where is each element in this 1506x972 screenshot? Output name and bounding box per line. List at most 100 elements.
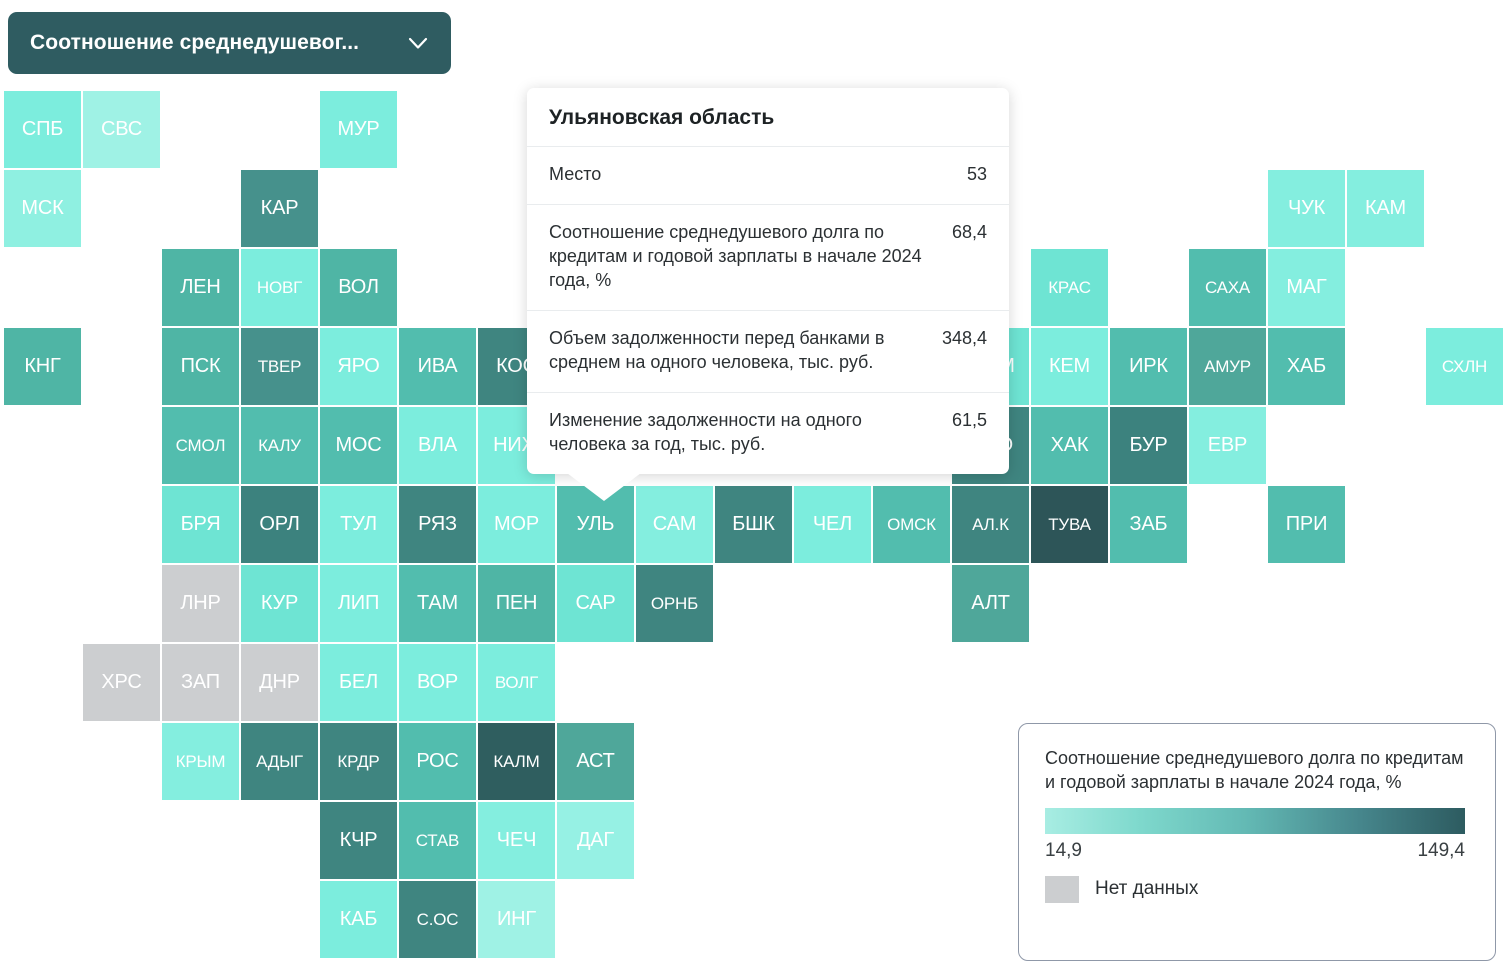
indicator-selector-dropdown[interactable]: Соотношение среднедушевог... — [8, 12, 451, 74]
region-tile-АЛТ[interactable]: АЛТ — [952, 565, 1029, 642]
region-tile-МАГ[interactable]: МАГ — [1268, 249, 1345, 326]
region-tile-ДАГ[interactable]: ДАГ — [557, 802, 634, 879]
legend-nodata-entry: Нет данных — [1045, 875, 1469, 903]
region-tile-ОРЛ[interactable]: ОРЛ — [241, 486, 318, 563]
region-tile-ЧЕЛ[interactable]: ЧЕЛ — [794, 486, 871, 563]
region-tile-ЛИП[interactable]: ЛИП — [320, 565, 397, 642]
region-tile-АМУР[interactable]: АМУР — [1189, 328, 1266, 405]
region-tile-ТВЕР[interactable]: ТВЕР — [241, 328, 318, 405]
region-tile-ХАК[interactable]: ХАК — [1031, 407, 1108, 484]
region-tile-ЗАБ[interactable]: ЗАБ — [1110, 486, 1187, 563]
region-tile-ОМСК[interactable]: ОМСК — [873, 486, 950, 563]
region-tile-САР[interactable]: САР — [557, 565, 634, 642]
region-tile-РЯЗ[interactable]: РЯЗ — [399, 486, 476, 563]
region-tile-МСК[interactable]: МСК — [4, 170, 81, 247]
region-tile-label: ТВЕР — [257, 356, 302, 376]
tooltip-row-value: 53 — [966, 164, 987, 184]
region-tile-СМОЛ[interactable]: СМОЛ — [162, 407, 239, 484]
region-tile-label: ДАГ — [576, 829, 615, 851]
region-tile-АДЫГ[interactable]: АДЫГ — [241, 723, 318, 800]
region-tile-ПЕН[interactable]: ПЕН — [478, 565, 555, 642]
region-tile-label: ВОЛГ — [494, 672, 539, 692]
region-tile-ОРНБ[interactable]: ОРНБ — [636, 565, 713, 642]
region-tile-ИВА[interactable]: ИВА — [399, 328, 476, 405]
region-tile-КРАС[interactable]: КРАС — [1031, 249, 1108, 326]
region-tile-ПРИ[interactable]: ПРИ — [1268, 486, 1345, 563]
region-tile-КАЛУ[interactable]: КАЛУ — [241, 407, 318, 484]
region-tile-КАЛМ[interactable]: КАЛМ — [478, 723, 555, 800]
region-tile-НОВГ[interactable]: НОВГ — [241, 249, 318, 326]
region-tile-СВС[interactable]: СВС — [83, 91, 160, 168]
region-tile-КРДР[interactable]: КРДР — [320, 723, 397, 800]
region-tile-ВОР[interactable]: ВОР — [399, 644, 476, 721]
region-tile-label: САХА — [1204, 277, 1251, 297]
region-tile-ЯРО[interactable]: ЯРО — [320, 328, 397, 405]
region-tile-label: РОС — [416, 750, 459, 772]
region-tile-ИРК[interactable]: ИРК — [1110, 328, 1187, 405]
region-tile-label: ИНГ — [496, 908, 537, 930]
region-tile-ПСК[interactable]: ПСК — [162, 328, 239, 405]
region-tile-label: ЯРО — [337, 355, 380, 377]
region-tile-label: ПСК — [180, 355, 221, 377]
region-tile-КЕМ[interactable]: КЕМ — [1031, 328, 1108, 405]
region-tile-label: СПБ — [21, 118, 64, 140]
region-tile-ЧУК[interactable]: ЧУК — [1268, 170, 1345, 247]
region-tile-КУР[interactable]: КУР — [241, 565, 318, 642]
region-tile-ЛЕН[interactable]: ЛЕН — [162, 249, 239, 326]
region-tile-label: КУР — [260, 592, 299, 614]
region-tile-label: ХРС — [101, 671, 142, 693]
region-tile-МОС[interactable]: МОС — [320, 407, 397, 484]
region-tile-КНГ[interactable]: КНГ — [4, 328, 81, 405]
region-tile-ДНР[interactable]: ДНР — [241, 644, 318, 721]
region-tile-КАР[interactable]: КАР — [241, 170, 318, 247]
region-tile-МОР[interactable]: МОР — [478, 486, 555, 563]
region-tile-ВОЛ[interactable]: ВОЛ — [320, 249, 397, 326]
region-tile-БУР[interactable]: БУР — [1110, 407, 1187, 484]
region-tile-ИНГ[interactable]: ИНГ — [478, 881, 555, 958]
region-tile-ХАБ[interactable]: ХАБ — [1268, 328, 1345, 405]
region-tile-ЛНР[interactable]: ЛНР — [162, 565, 239, 642]
region-tile-СПБ[interactable]: СПБ — [4, 91, 81, 168]
region-tile-САМ[interactable]: САМ — [636, 486, 713, 563]
region-tile-ВЛА[interactable]: ВЛА — [399, 407, 476, 484]
region-tile-СХЛН[interactable]: СХЛН — [1426, 328, 1503, 405]
region-tile-label: КРДР — [337, 751, 380, 771]
region-tile-label: КАМ — [1364, 197, 1407, 219]
region-tile-БЕЛ[interactable]: БЕЛ — [320, 644, 397, 721]
region-tile-ЧЕЧ[interactable]: ЧЕЧ — [478, 802, 555, 879]
region-tile-label: ДНР — [259, 671, 300, 693]
region-tile-label: МУР — [337, 118, 380, 140]
region-tile-label: КРЫМ — [175, 751, 226, 771]
tooltip-row-key: Соотношение среднедушевого долга по кред… — [549, 221, 922, 290]
region-tile-БРЯ[interactable]: БРЯ — [162, 486, 239, 563]
region-tile-ТУЛ[interactable]: ТУЛ — [320, 486, 397, 563]
region-tile-АЛ.К[interactable]: АЛ.К — [952, 486, 1029, 563]
region-tile-КЧР[interactable]: КЧР — [320, 802, 397, 879]
region-tile-label: КНГ — [24, 355, 61, 377]
region-tile-АСТ[interactable]: АСТ — [557, 723, 634, 800]
region-tile-ХРС[interactable]: ХРС — [83, 644, 160, 721]
region-tile-label: УЛЬ — [576, 513, 615, 535]
region-tile-ТАМ[interactable]: ТАМ — [399, 565, 476, 642]
region-tile-С.ОС[interactable]: С.ОС — [399, 881, 476, 958]
region-tile-КАМ[interactable]: КАМ — [1347, 170, 1424, 247]
region-tile-ТУВА[interactable]: ТУВА — [1031, 486, 1108, 563]
region-tile-label: ЧЕЧ — [496, 829, 537, 851]
legend-nodata-swatch — [1045, 875, 1079, 903]
region-tile-МУР[interactable]: МУР — [320, 91, 397, 168]
region-tile-САХА[interactable]: САХА — [1189, 249, 1266, 326]
region-tile-ЗАП[interactable]: ЗАП — [162, 644, 239, 721]
region-tile-РОС[interactable]: РОС — [399, 723, 476, 800]
legend-max-value: 149,4 — [1417, 839, 1465, 861]
legend-title: Соотношение среднедушевого долга по кред… — [1045, 748, 1464, 793]
region-tile-БШК[interactable]: БШК — [715, 486, 792, 563]
chevron-down-icon[interactable] — [403, 28, 433, 58]
region-tile-label: СВС — [101, 118, 142, 140]
region-tile-ЕВР[interactable]: ЕВР — [1189, 407, 1266, 484]
tooltip-row-key: Место — [549, 164, 602, 184]
region-tile-label: КРАС — [1048, 277, 1091, 297]
region-tile-СТАВ[interactable]: СТАВ — [399, 802, 476, 879]
region-tile-КАБ[interactable]: КАБ — [320, 881, 397, 958]
region-tile-ВОЛГ[interactable]: ВОЛГ — [478, 644, 555, 721]
region-tile-КРЫМ[interactable]: КРЫМ — [162, 723, 239, 800]
